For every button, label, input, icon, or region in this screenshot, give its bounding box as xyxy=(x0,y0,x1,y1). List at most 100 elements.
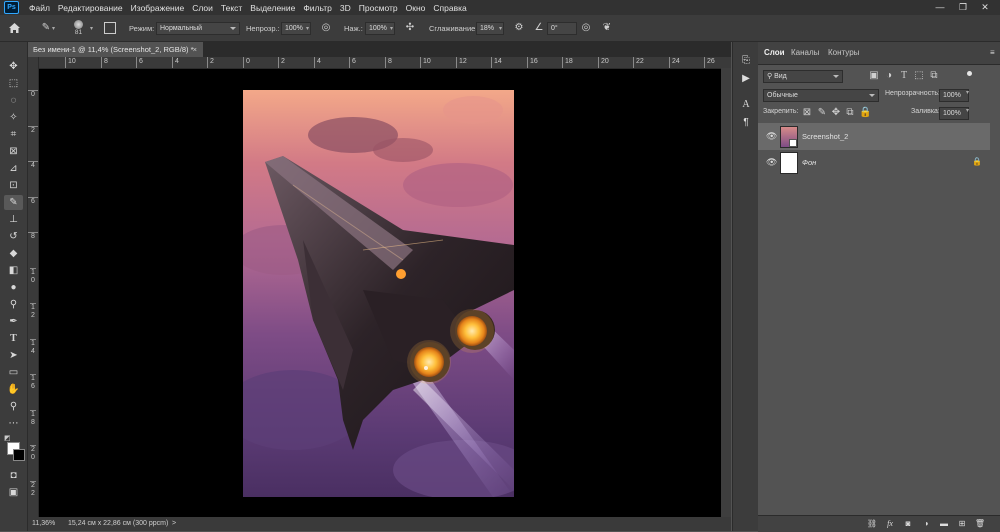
filter-smart-object-icon[interactable]: ⧉ xyxy=(928,70,940,82)
quick-mask-icon[interactable]: ◘ xyxy=(4,468,23,483)
lock-position-icon[interactable]: ✥ xyxy=(830,107,842,119)
layer-row-background[interactable]: 👁 Фон 🔒 xyxy=(758,149,990,176)
blend-mode-select[interactable]: Обычные xyxy=(763,88,879,102)
actions-play-icon[interactable]: ▶ xyxy=(739,72,753,86)
horizontal-ruler[interactable]: 10 8 6 4 2 0 2 4 6 8 10 12 14 16 18 20 2… xyxy=(38,57,731,69)
chevron-down-icon[interactable]: ▾ xyxy=(499,25,502,32)
link-layers-icon[interactable]: ⛓ xyxy=(866,518,878,530)
lock-all-icon[interactable]: 🔒 xyxy=(859,107,871,119)
background-color-swatch[interactable] xyxy=(13,449,25,461)
zoom-tool-icon[interactable]: ⚲ xyxy=(4,399,23,414)
zoom-level[interactable]: 11,36% xyxy=(32,517,55,531)
menu-filter[interactable]: Фильтр xyxy=(299,3,336,13)
add-mask-icon[interactable]: ◙ xyxy=(902,518,914,530)
panel-menu-icon[interactable]: ≡ xyxy=(990,42,995,64)
healing-brush-tool-icon[interactable]: ⊡ xyxy=(4,178,23,193)
filter-toggle-icon[interactable] xyxy=(967,71,972,76)
brush-tool-icon[interactable]: ✎ xyxy=(4,195,23,210)
paragraph-panel-icon[interactable]: ¶ xyxy=(739,116,753,130)
default-colors-icon[interactable]: ◩ xyxy=(4,434,12,442)
new-group-icon[interactable]: ▬ xyxy=(938,518,950,530)
magic-wand-tool-icon[interactable]: ✧ xyxy=(4,110,23,125)
menu-edit[interactable]: Редактирование xyxy=(54,3,127,13)
lasso-tool-icon[interactable]: ◌ xyxy=(4,93,23,108)
chevron-down-icon[interactable]: ▾ xyxy=(966,107,969,114)
vertical-ruler[interactable]: 0 2 4 6 8 1 0 1 2 1 4 1 6 1 8 2 0 2 2 xyxy=(28,57,39,517)
chevron-down-icon: ▾ xyxy=(52,25,56,32)
filter-adjustment-icon[interactable]: ◑ xyxy=(883,70,895,82)
brush-size-picker[interactable]: 81 xyxy=(74,15,83,41)
layer-opacity-input[interactable]: 100% xyxy=(939,88,969,102)
symmetry-butterfly-icon[interactable]: ❦ xyxy=(601,22,613,34)
character-panel-icon[interactable]: A xyxy=(739,98,753,112)
layer-filter-select[interactable]: ⚲ Вид xyxy=(763,69,843,83)
close-window-button[interactable]: ✕ xyxy=(970,0,1000,15)
tab-channels[interactable]: Каналы xyxy=(791,42,819,64)
pen-tool-icon[interactable]: ✒ xyxy=(4,314,23,329)
status-menu-arrow[interactable]: > xyxy=(172,517,176,531)
move-tool-icon[interactable]: ✥ xyxy=(4,59,23,74)
visibility-eye-icon[interactable]: 👁 xyxy=(766,157,777,167)
crop-tool-icon[interactable]: ⌗ xyxy=(4,127,23,142)
filter-type-icon[interactable]: T xyxy=(898,70,910,82)
brush-picker-chevron[interactable]: ▾ xyxy=(90,15,93,41)
layer-name[interactable]: Screenshot_2 xyxy=(802,123,848,150)
airbrush-icon[interactable]: ✣ xyxy=(404,22,416,34)
menu-image[interactable]: Изображение xyxy=(127,3,189,13)
chevron-down-icon[interactable]: ▾ xyxy=(390,25,393,32)
menu-layers[interactable]: Слои xyxy=(188,3,217,13)
lock-transparent-icon[interactable]: ⊠ xyxy=(801,107,813,119)
document-artwork-image[interactable] xyxy=(243,90,514,497)
history-panel-icon[interactable]: ⎘ xyxy=(739,54,753,68)
path-selection-tool-icon[interactable]: ➤ xyxy=(4,348,23,363)
pressure-opacity-icon[interactable]: ◎ xyxy=(320,22,332,34)
gradient-tool-icon[interactable]: ◧ xyxy=(4,263,23,278)
filter-pixel-icon[interactable]: ▣ xyxy=(868,70,880,82)
hand-tool-icon[interactable]: ✋ xyxy=(4,382,23,397)
layer-style-fx-icon[interactable]: fx xyxy=(884,518,896,530)
chevron-down-icon[interactable]: ▾ xyxy=(306,25,309,32)
clone-stamp-tool-icon[interactable]: ⊥ xyxy=(4,212,23,227)
lock-pixels-icon[interactable]: ✎ xyxy=(816,107,828,119)
frame-tool-icon[interactable]: ⊠ xyxy=(4,144,23,159)
rectangle-tool-icon[interactable]: ▭ xyxy=(4,365,23,380)
tab-layers[interactable]: Слои xyxy=(764,42,785,64)
chevron-down-icon[interactable]: ▾ xyxy=(966,89,969,96)
menu-help[interactable]: Справка xyxy=(429,3,470,13)
edit-toolbar-icon[interactable]: ⋯ xyxy=(4,416,23,431)
close-tab-icon[interactable]: × xyxy=(193,42,197,57)
adjustment-layer-icon[interactable]: ◑ xyxy=(920,518,932,530)
lock-artboard-icon[interactable]: ⧉ xyxy=(844,107,856,119)
dodge-tool-icon[interactable]: ⚲ xyxy=(4,297,23,312)
brush-tool-preset[interactable]: ✎ ▾ xyxy=(40,15,55,41)
marquee-tool-icon[interactable]: ⬚ xyxy=(4,76,23,91)
fill-input[interactable]: 100% xyxy=(939,106,969,120)
menu-file[interactable]: Файл xyxy=(25,3,54,13)
mode-select[interactable]: Нормальный xyxy=(156,21,240,35)
document-tab[interactable]: Без имени-1 @ 11,4% (Screenshot_2, RGB/8… xyxy=(28,42,203,57)
home-button[interactable] xyxy=(8,15,21,41)
menu-view[interactable]: Просмотр xyxy=(355,3,402,13)
screen-mode-icon[interactable]: ▣ xyxy=(4,485,23,500)
eraser-tool-icon[interactable]: ◆ xyxy=(4,246,23,261)
type-tool-icon[interactable]: T xyxy=(4,331,23,346)
menu-type[interactable]: Текст xyxy=(217,3,246,13)
visibility-eye-icon[interactable]: 👁 xyxy=(766,131,777,141)
menu-select[interactable]: Выделение xyxy=(246,3,299,13)
menu-window[interactable]: Окно xyxy=(402,3,430,13)
history-brush-tool-icon[interactable]: ↺ xyxy=(4,229,23,244)
tab-paths[interactable]: Контуры xyxy=(828,42,859,64)
layer-row-screenshot-2[interactable]: 👁 Screenshot_2 xyxy=(758,123,990,150)
pressure-size-icon[interactable]: ◎ xyxy=(580,22,592,34)
vertical-scrollbar[interactable] xyxy=(721,68,731,517)
delete-layer-icon[interactable]: 🗑 xyxy=(974,518,986,530)
new-layer-icon[interactable]: ⊞ xyxy=(956,518,968,530)
filter-shape-icon[interactable]: ⬚ xyxy=(913,70,925,82)
layer-name[interactable]: Фон xyxy=(802,149,816,176)
menu-3d[interactable]: 3D xyxy=(336,3,355,13)
gear-icon[interactable]: ⚙ xyxy=(513,22,525,34)
angle-input[interactable]: 0° xyxy=(547,21,577,35)
blur-tool-icon[interactable]: ● xyxy=(4,280,23,295)
brush-settings-button[interactable] xyxy=(104,15,116,41)
eyedropper-tool-icon[interactable]: ⊿ xyxy=(4,161,23,176)
